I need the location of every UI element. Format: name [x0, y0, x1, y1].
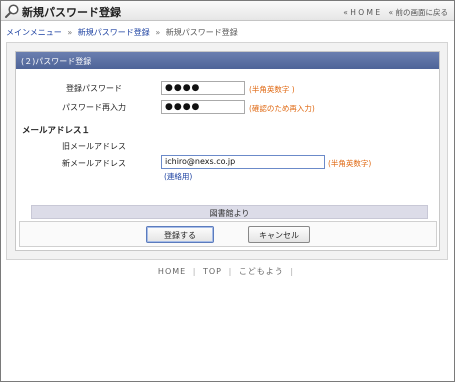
- register-button[interactable]: 登録する: [146, 226, 214, 243]
- library-bar: 図書館より: [31, 205, 428, 219]
- password-confirm-input[interactable]: ●●●●: [161, 100, 245, 114]
- breadcrumb-separator: »: [67, 28, 73, 37]
- footer-divider: |: [192, 267, 197, 276]
- footer-nav: HOME | TOP | こどもよう |: [0, 266, 455, 277]
- password-section: (２)パスワード登録 登録パスワード ●●●● (半角英数字 ) パスワード再入…: [15, 51, 440, 251]
- section-title: (２)パスワード登録: [16, 52, 439, 69]
- search-icon: [5, 4, 19, 18]
- back-link[interactable]: « 前の画面に戻る: [389, 8, 448, 17]
- footer-top-link[interactable]: TOP: [203, 267, 222, 276]
- password-confirm-note: (確認のため再入力): [249, 104, 315, 113]
- email-heading: メールアドレス１: [22, 126, 91, 136]
- breadcrumb-current: 新規パスワード登録: [165, 28, 238, 37]
- new-email-input[interactable]: ichiro@nexs.co.jp: [161, 155, 325, 169]
- new-email-subnote: (連絡用): [164, 172, 193, 181]
- footer-kids-link[interactable]: こどもよう: [239, 267, 284, 276]
- new-email-label: 新メールアドレス: [62, 159, 126, 168]
- footer-home-link[interactable]: HOME: [158, 267, 186, 276]
- breadcrumb-main-menu[interactable]: メインメニュー: [6, 28, 62, 37]
- footer-divider: |: [290, 267, 295, 276]
- password-note: (半角英数字 ): [249, 85, 295, 94]
- content-panel: (２)パスワード登録 登録パスワード ●●●● (半角英数字 ) パスワード再入…: [6, 42, 448, 260]
- page-title: 新規パスワード登録: [22, 6, 121, 19]
- breadcrumb-separator: »: [155, 28, 161, 37]
- footer-divider: |: [228, 267, 233, 276]
- new-email-note: (半角英数字): [328, 159, 372, 168]
- title-bar: 新規パスワード登録 « H O M E « 前の画面に戻る: [1, 1, 454, 21]
- button-area: 登録する キャンセル: [19, 221, 437, 247]
- password-confirm-label: パスワード再入力: [62, 103, 126, 112]
- cancel-button[interactable]: キャンセル: [248, 226, 310, 243]
- breadcrumb: メインメニュー » 新規パスワード登録 » 新規パスワード登録: [6, 27, 238, 38]
- home-link[interactable]: « H O M E: [343, 8, 380, 17]
- password-input[interactable]: ●●●●: [161, 81, 245, 95]
- breadcrumb-new-password[interactable]: 新規パスワード登録: [78, 28, 150, 37]
- password-label: 登録パスワード: [66, 84, 122, 93]
- top-links: « H O M E « 前の画面に戻る: [343, 7, 448, 18]
- old-email-label: 旧メールアドレス: [62, 142, 126, 151]
